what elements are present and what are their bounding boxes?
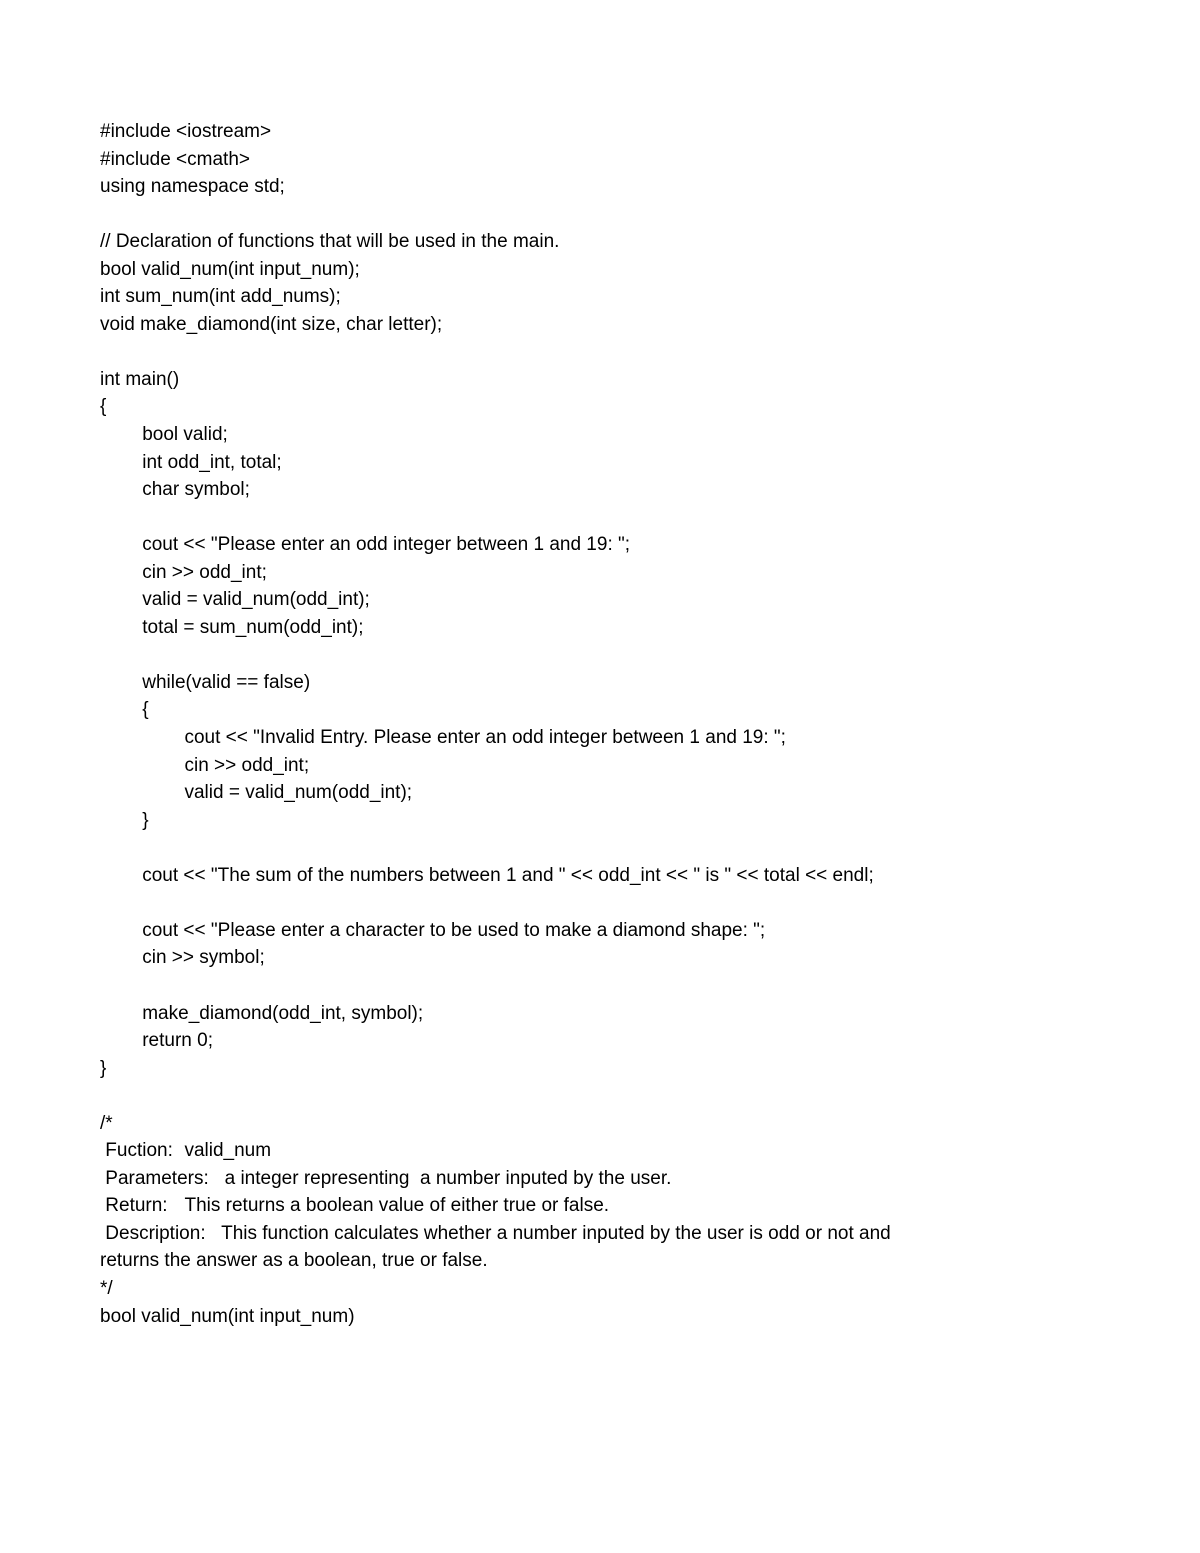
code-block: #include <iostream> #include <cmath> usi… [100, 118, 1100, 1330]
document-page: #include <iostream> #include <cmath> usi… [0, 0, 1200, 1553]
